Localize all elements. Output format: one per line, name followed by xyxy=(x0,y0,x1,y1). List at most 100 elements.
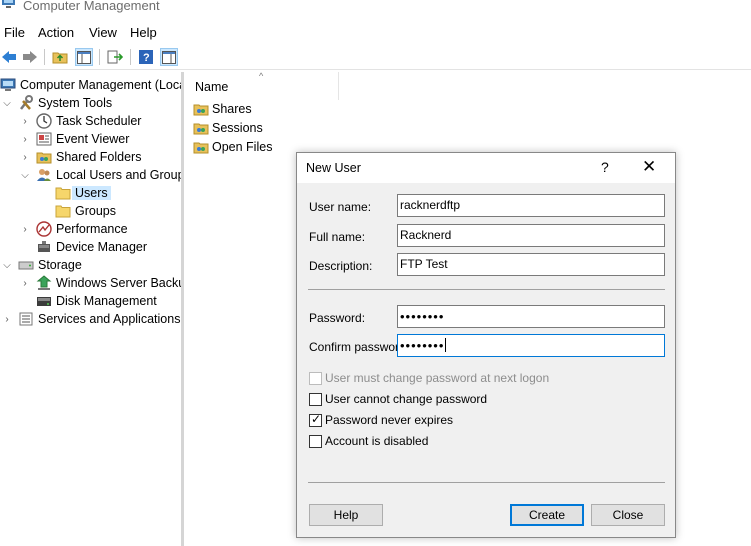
checkbox-label: Password never expires xyxy=(325,413,454,427)
tree-item-task-scheduler[interactable]: › Task Scheduler xyxy=(20,112,141,130)
tree-item-label: Task Scheduler xyxy=(56,114,142,128)
tree-item-windows-server-backup[interactable]: › Windows Server Backup xyxy=(20,274,184,292)
event-viewer-icon xyxy=(36,131,52,147)
chevron-right-icon[interactable]: › xyxy=(20,224,30,235)
dialog-separator xyxy=(308,482,665,483)
navigation-tree: Computer Management (Local ⌵ System Tool… xyxy=(0,72,184,546)
action-pane-icon[interactable] xyxy=(160,48,178,66)
export-list-icon[interactable] xyxy=(106,48,124,66)
checkbox-label: Account is disabled xyxy=(325,434,429,448)
shared-folder-icon xyxy=(193,120,209,136)
window-title: Computer Management xyxy=(23,0,160,13)
menu-help[interactable]: Help xyxy=(130,25,157,40)
tree-item-services-and-applications[interactable]: › Services and Applications xyxy=(2,310,180,328)
password-never-expires-checkbox[interactable]: ✓ Password never expires xyxy=(309,412,453,428)
menu-bar: File Action View Help xyxy=(0,22,751,42)
checkbox-box xyxy=(309,371,322,385)
tree-item-label: Computer Management (Local xyxy=(20,78,184,92)
tree-item-users[interactable]: Users xyxy=(55,184,111,202)
chevron-down-icon[interactable]: ⌵ xyxy=(2,98,12,109)
computer-management-app-icon xyxy=(2,0,15,9)
device-manager-icon xyxy=(36,239,52,255)
help-icon[interactable]: ? xyxy=(601,159,609,175)
close-icon[interactable]: ✕ xyxy=(642,157,656,177)
description-label: Description: xyxy=(309,259,373,273)
toolbar-separator xyxy=(130,49,131,65)
tree-item-computer-management[interactable]: Computer Management (Local xyxy=(0,76,184,94)
chevron-right-icon[interactable]: › xyxy=(2,314,12,325)
tree-item-label: Device Manager xyxy=(56,240,148,254)
chevron-right-icon[interactable]: › xyxy=(20,278,30,289)
clock-icon xyxy=(36,113,52,129)
tree-item-groups[interactable]: Groups xyxy=(55,202,116,220)
folder-icon xyxy=(55,185,71,201)
menu-view[interactable]: View xyxy=(89,25,117,40)
show-hide-tree-icon[interactable] xyxy=(75,48,93,66)
users-icon xyxy=(36,167,52,183)
tools-icon xyxy=(18,95,34,111)
performance-icon xyxy=(36,221,52,237)
services-icon xyxy=(18,311,34,327)
forward-icon[interactable] xyxy=(21,48,39,66)
toolbar: ? xyxy=(0,44,751,70)
help-button[interactable]: Help xyxy=(309,504,383,526)
cannot-change-password-checkbox[interactable]: User cannot change password xyxy=(309,391,487,407)
tree-item-label: Windows Server Backup xyxy=(56,276,184,290)
up-folder-icon[interactable] xyxy=(51,48,69,66)
menu-action[interactable]: Action xyxy=(38,25,74,40)
password-label: Password: xyxy=(309,311,366,325)
chevron-down-icon[interactable]: ⌵ xyxy=(2,260,12,271)
dialog-separator xyxy=(308,289,665,290)
tree-item-label: Performance xyxy=(56,222,128,236)
column-header-label: Name xyxy=(195,80,229,94)
checkbox-label: User cannot change password xyxy=(325,392,488,406)
tree-item-storage[interactable]: ⌵ Storage xyxy=(2,256,82,274)
list-item-label: Shares xyxy=(212,102,252,116)
list-item-sessions[interactable]: Sessions xyxy=(193,119,263,137)
fullname-field[interactable]: Racknerd xyxy=(397,224,665,247)
chevron-down-icon[interactable]: ⌵ xyxy=(20,170,30,181)
back-icon[interactable] xyxy=(0,48,18,66)
password-field[interactable]: •••••••• xyxy=(397,305,665,328)
tree-item-disk-management[interactable]: Disk Management xyxy=(36,292,157,310)
dialog-title-bar: New User ? ✕ xyxy=(297,153,675,183)
tree-item-system-tools[interactable]: ⌵ System Tools xyxy=(2,94,112,112)
storage-icon xyxy=(18,257,34,273)
tree-item-label: Storage xyxy=(38,258,82,272)
close-button[interactable]: Close xyxy=(591,504,665,526)
tree-item-label: Services and Applications xyxy=(38,312,181,326)
toolbar-separator xyxy=(99,49,100,65)
shared-folder-icon xyxy=(193,139,209,155)
confirm-password-field[interactable]: •••••••• xyxy=(397,334,665,357)
list-item-label: Open Files xyxy=(212,140,273,154)
checkmark-icon: ✓ xyxy=(311,411,322,426)
tree-item-event-viewer[interactable]: › Event Viewer xyxy=(20,130,129,148)
computer-management-icon xyxy=(0,77,16,93)
password-value: •••••••• xyxy=(400,309,445,324)
list-item-shares[interactable]: Shares xyxy=(193,100,252,118)
chevron-right-icon[interactable]: › xyxy=(20,134,30,145)
tree-item-label: Users xyxy=(72,186,111,200)
tree-item-label: Event Viewer xyxy=(56,132,130,146)
column-header-name[interactable]: ^ Name xyxy=(187,71,339,100)
tree-item-shared-folders[interactable]: › Shared Folders xyxy=(20,148,141,166)
list-item-open-files[interactable]: Open Files xyxy=(193,138,272,156)
tree-item-label: System Tools xyxy=(38,96,113,110)
svg-text:?: ? xyxy=(143,52,150,64)
menu-file[interactable]: File xyxy=(4,25,25,40)
text-caret xyxy=(445,338,447,352)
username-field[interactable]: racknerdftp xyxy=(397,194,665,217)
help-icon[interactable]: ? xyxy=(137,48,155,66)
must-change-password-checkbox[interactable]: User must change password at next logon xyxy=(309,370,549,386)
tree-item-local-users-and-groups[interactable]: ⌵ Local Users and Groups xyxy=(20,166,181,184)
tree-item-performance[interactable]: › Performance xyxy=(20,220,128,238)
account-disabled-checkbox[interactable]: Account is disabled xyxy=(309,433,428,449)
checkbox-box xyxy=(309,392,322,406)
chevron-right-icon[interactable]: › xyxy=(20,116,30,127)
list-item-label: Sessions xyxy=(212,121,263,135)
chevron-right-icon[interactable]: › xyxy=(20,152,30,163)
tree-item-device-manager[interactable]: Device Manager xyxy=(36,238,147,256)
description-field[interactable]: FTP Test xyxy=(397,253,665,276)
create-button[interactable]: Create xyxy=(510,504,584,526)
shared-folder-icon xyxy=(36,149,52,165)
